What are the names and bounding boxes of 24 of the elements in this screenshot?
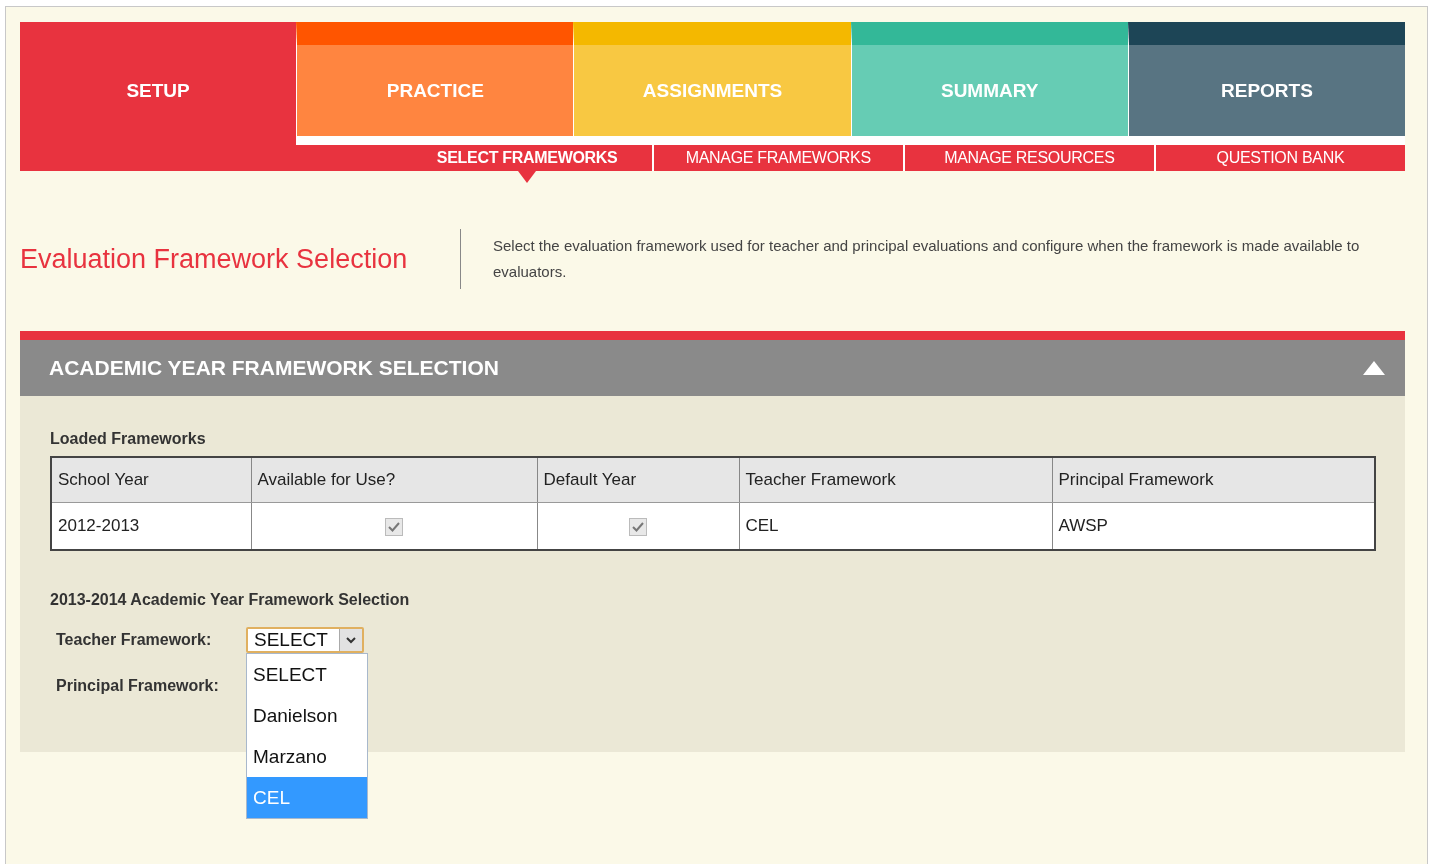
subnav-tab[interactable]: QUESTION BANK [1153, 145, 1405, 171]
column-header: Default Year [537, 457, 739, 503]
column-header: School Year [51, 457, 251, 503]
column-header: Teacher Framework [739, 457, 1052, 503]
subnav-tab[interactable]: MANAGE RESOURCES [902, 145, 1154, 171]
collapse-icon[interactable] [1363, 361, 1385, 375]
nav-tab[interactable]: PRACTICE [296, 22, 574, 136]
page-title: Evaluation Framework Selection [20, 243, 409, 275]
checkbox[interactable] [385, 517, 403, 536]
field-label: Principal Framework: [56, 677, 220, 695]
field-label: Teacher Framework: [56, 631, 213, 649]
page-description: Select the evaluation framework used for teacher and principal evaluations and configure when the framework is made available to evaluators. [460, 229, 1393, 289]
column-header: Principal Framework [1052, 457, 1375, 503]
section-title: 2013-2014 Academic Year Framework Selection [50, 591, 411, 609]
nav-tab[interactable]: SETUP [20, 22, 297, 145]
column-header: Available for Use? [251, 457, 537, 503]
dropdown-option[interactable]: CEL [247, 777, 367, 818]
subnav-tab[interactable]: SELECT FRAMEWORKS [402, 145, 652, 171]
table-title: Loaded Frameworks [50, 430, 207, 448]
subnav-tab[interactable]: MANAGE FRAMEWORKS [651, 145, 903, 171]
panel-title: ACADEMIC YEAR FRAMEWORK SELECTION [49, 356, 499, 380]
checkbox[interactable] [629, 517, 647, 536]
chevron-down-icon [346, 636, 356, 644]
nav-tab[interactable]: REPORTS [1127, 22, 1405, 136]
